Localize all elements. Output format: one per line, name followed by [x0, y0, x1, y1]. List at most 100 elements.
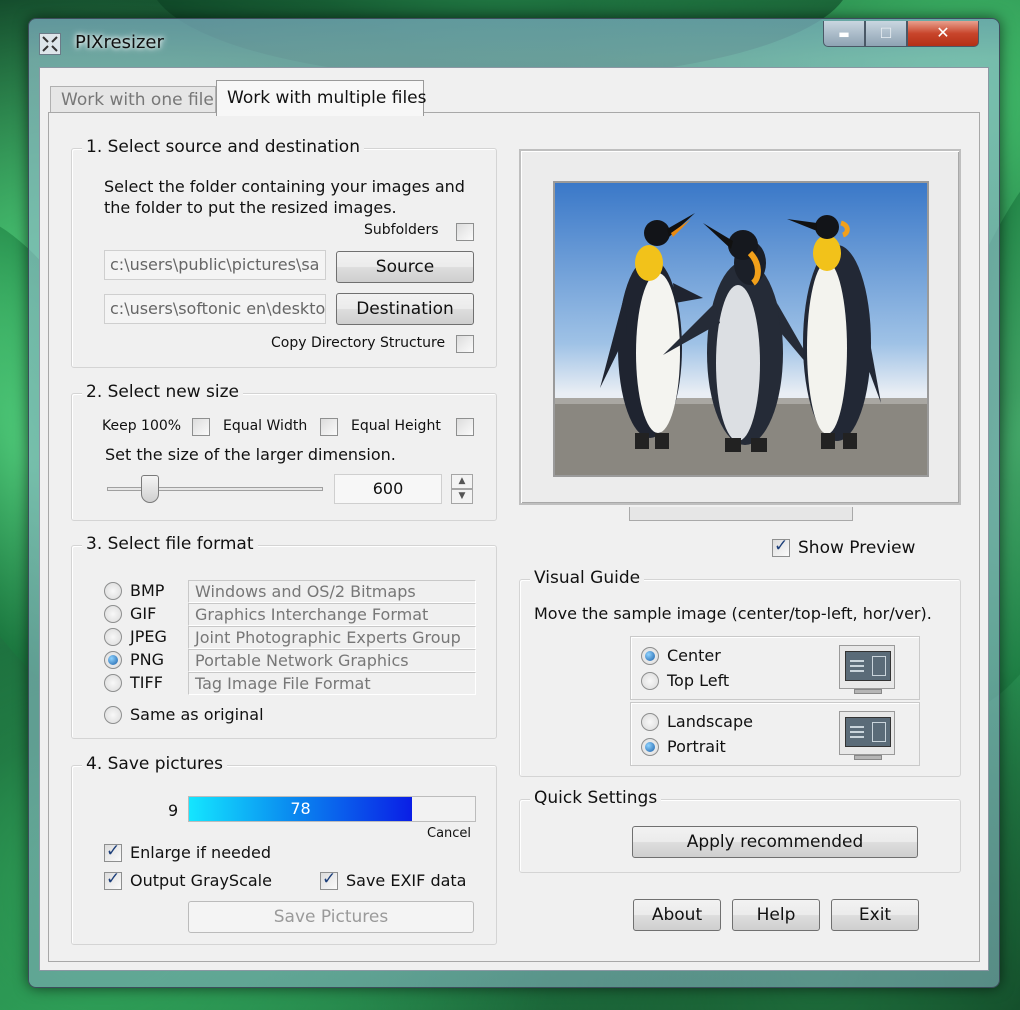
portrait-label: Portrait [667, 737, 726, 756]
penguins-image [555, 183, 927, 475]
tab-one-file[interactable]: Work with one file [50, 86, 216, 114]
section-title: 1. Select source and destination [82, 137, 364, 157]
destination-path-field[interactable]: c:\users\softonic en\deskto [104, 294, 326, 324]
client-area: Work with one file Work with multiple fi… [39, 67, 989, 971]
maximize-icon: ☐ [879, 26, 893, 42]
spin-up-button[interactable]: ▲ [451, 474, 473, 489]
enlarge-label: Enlarge if needed [130, 843, 272, 862]
preview-image [553, 181, 929, 477]
save-pictures-group: 4. Save pictures 9 78 Cancel Enlarge if … [71, 754, 497, 945]
chevron-up-icon: ▲ [458, 476, 466, 486]
subfolders-label: Subfolders [364, 222, 439, 238]
format-radio[interactable] [104, 674, 122, 692]
size-slider-thumb[interactable] [141, 475, 160, 503]
visual-guide-group: Visual Guide Move the sample image (cent… [519, 568, 961, 777]
format-name: GIF [130, 604, 157, 623]
format-description: Graphics Interchange Format [188, 603, 476, 626]
top-left-radio[interactable] [641, 672, 659, 690]
top-left-label: Top Left [667, 671, 730, 690]
format-name: PNG [130, 650, 165, 669]
format-name: TIFF [130, 673, 163, 692]
format-radio[interactable] [104, 651, 122, 669]
format-description: Windows and OS/2 Bitmaps [188, 580, 476, 603]
apply-recommended-button[interactable]: Apply recommended [632, 826, 918, 858]
cancel-link[interactable]: Cancel [427, 826, 471, 841]
section-title: 4. Save pictures [82, 754, 227, 774]
landscape-radio[interactable] [641, 713, 659, 731]
format-name: JPEG [130, 627, 167, 646]
orientation-panel: Landscape Portrait [630, 702, 920, 766]
center-label: Center [667, 646, 721, 665]
size-value-field[interactable]: 600 [334, 474, 442, 504]
section-description: the folder to put the resized images. [104, 198, 397, 217]
quick-settings-group: Quick Settings Apply recommended [519, 788, 961, 873]
new-size-group: 2. Select new size Keep 100% Equal Width… [71, 382, 497, 521]
monitor-icon [839, 645, 895, 694]
equal-height-label: Equal Height [351, 418, 441, 434]
app-icon [39, 33, 61, 55]
preview-monitor [519, 149, 961, 505]
format-description: Joint Photographic Experts Group [188, 626, 476, 649]
position-panel: Center Top Left [630, 636, 920, 700]
format-description: Portable Network Graphics [188, 649, 476, 672]
grayscale-checkbox[interactable] [104, 869, 122, 890]
keep100-checkbox[interactable] [192, 418, 210, 436]
title-bar[interactable]: PIXresizer ▬ ☐ ✕ [29, 19, 999, 69]
close-icon: ✕ [936, 23, 950, 42]
visual-guide-instruction: Move the sample image (center/top-left, … [534, 604, 932, 623]
copy-structure-checkbox[interactable] [456, 335, 474, 353]
destination-button[interactable]: Destination [336, 293, 474, 325]
spin-down-button[interactable]: ▼ [451, 489, 473, 504]
tab-panel: 1. Select source and destination Select … [48, 112, 980, 962]
source-button[interactable]: Source [336, 251, 474, 283]
size-slider-track[interactable] [107, 487, 323, 491]
format-radio[interactable] [104, 628, 122, 646]
equal-width-label: Equal Width [223, 418, 308, 434]
format-description: Tag Image File Format [188, 672, 476, 695]
file-format-group: 3. Select file format BMP Windows and OS… [71, 534, 497, 739]
show-preview-checkbox[interactable] [772, 536, 790, 557]
portrait-radio[interactable] [641, 738, 659, 756]
size-instruction: Set the size of the larger dimension. [105, 445, 396, 464]
source-destination-group: 1. Select source and destination Select … [71, 137, 497, 368]
center-radio[interactable] [641, 647, 659, 665]
same-as-original-radio[interactable] [104, 706, 122, 724]
progress-text: 78 [290, 799, 311, 818]
minimize-icon: ▬ [838, 27, 850, 41]
exif-checkbox[interactable] [320, 869, 338, 890]
section-description: Select the folder containing your images… [104, 177, 465, 196]
tab-multiple-files[interactable]: Work with multiple files [216, 80, 427, 116]
format-radio[interactable] [104, 605, 122, 623]
equal-width-checkbox[interactable] [320, 418, 338, 436]
exit-button[interactable]: Exit [831, 899, 919, 931]
format-radio[interactable] [104, 582, 122, 600]
section-title: 3. Select file format [82, 534, 258, 554]
file-count: 9 [168, 801, 179, 820]
grayscale-label: Output GrayScale [130, 871, 272, 890]
chevron-down-icon: ▼ [458, 491, 466, 501]
equal-height-checkbox[interactable] [456, 418, 474, 436]
minimize-button[interactable]: ▬ [823, 21, 865, 47]
help-button[interactable]: Help [732, 899, 820, 931]
landscape-label: Landscape [667, 712, 753, 731]
save-progress-bar: 78 [188, 796, 476, 822]
same-as-original-label: Same as original [130, 705, 264, 724]
exif-label: Save EXIF data [346, 871, 467, 890]
section-title: Quick Settings [530, 788, 662, 808]
close-button[interactable]: ✕ [907, 21, 979, 47]
show-preview-label: Show Preview [798, 538, 916, 558]
copy-structure-label: Copy Directory Structure [271, 335, 446, 351]
maximize-button[interactable]: ☐ [865, 21, 907, 47]
keep100-label: Keep 100% [102, 418, 182, 434]
subfolders-checkbox[interactable] [456, 223, 474, 241]
section-title: 2. Select new size [82, 382, 243, 402]
format-name: BMP [130, 581, 165, 600]
enlarge-checkbox[interactable] [104, 841, 122, 862]
app-window: PIXresizer ▬ ☐ ✕ Work with one file Work… [28, 18, 1000, 988]
about-button[interactable]: About [633, 899, 721, 931]
save-pictures-button[interactable]: Save Pictures [188, 901, 474, 933]
monitor-icon [839, 711, 895, 760]
section-title: Visual Guide [530, 568, 645, 588]
source-path-field[interactable]: c:\users\public\pictures\sa [104, 250, 326, 280]
monitor-stand [629, 507, 853, 521]
